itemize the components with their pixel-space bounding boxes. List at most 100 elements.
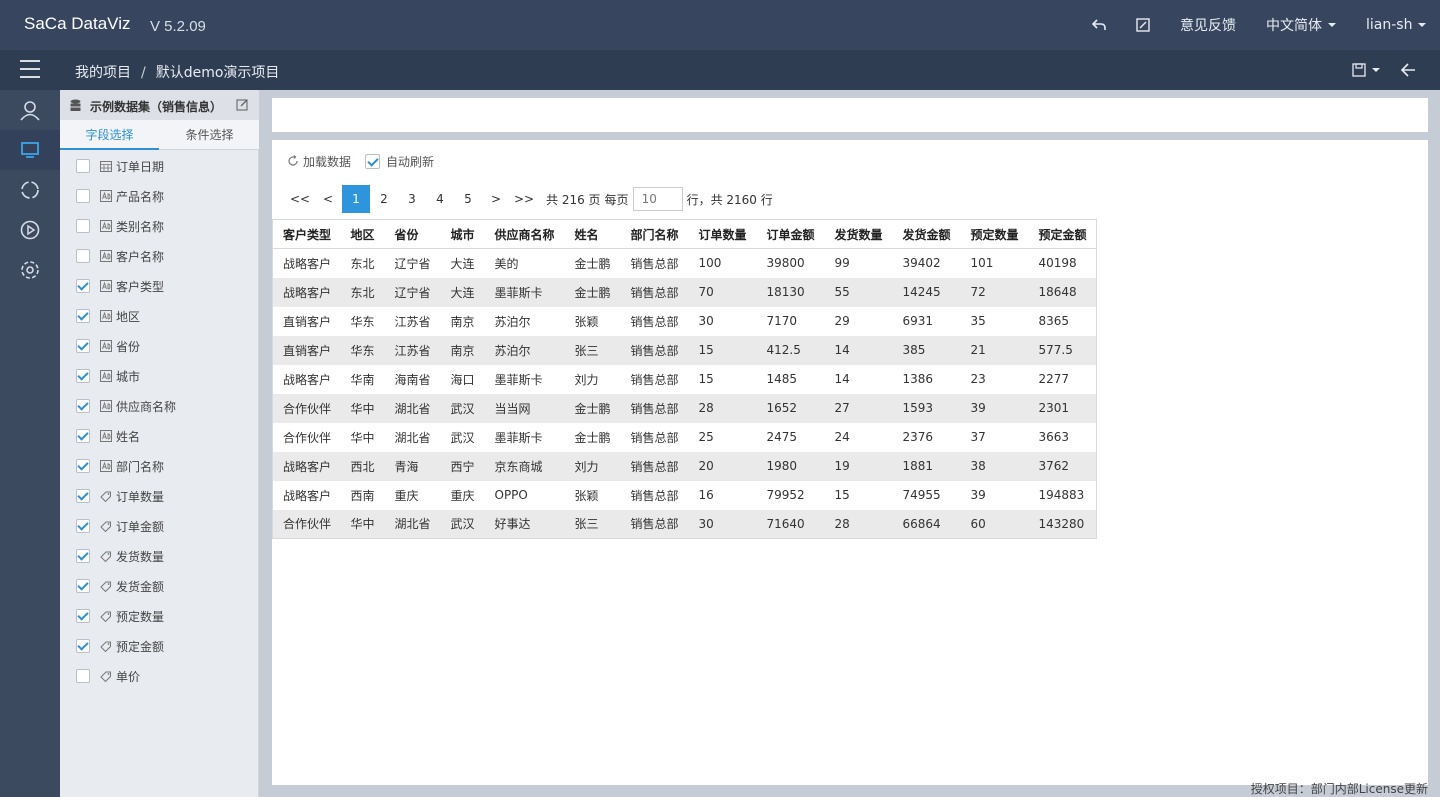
pager-first[interactable]: << — [286, 185, 314, 213]
table-cell: 华东 — [340, 335, 385, 365]
column-header[interactable]: 省份 — [384, 219, 441, 249]
field-checkbox[interactable] — [76, 339, 90, 353]
field-item[interactable]: 类别名称 — [60, 211, 259, 241]
column-header[interactable]: 发货金额 — [892, 219, 961, 249]
nav-cycle[interactable] — [0, 170, 60, 210]
field-checkbox[interactable] — [76, 369, 90, 383]
field-item[interactable]: 供应商名称 — [60, 391, 259, 421]
field-checkbox[interactable] — [76, 459, 90, 473]
field-item[interactable]: 客户类型 — [60, 271, 259, 301]
language-dropdown[interactable]: 中文简体 — [1266, 0, 1336, 50]
load-data-button[interactable]: 加载数据 — [303, 153, 351, 170]
field-checkbox[interactable] — [76, 669, 90, 683]
pager-page-5[interactable]: 5 — [454, 185, 482, 213]
edit-icon[interactable] — [1135, 17, 1151, 33]
feedback-link[interactable]: 意见反馈 — [1180, 0, 1236, 50]
field-checkbox[interactable] — [76, 189, 90, 203]
table-cell: 14 — [834, 372, 850, 386]
table-cell: 张三 — [564, 509, 621, 539]
field-checkbox[interactable] — [76, 279, 90, 293]
table-cell: 3762 — [1028, 451, 1097, 481]
text-field-icon — [100, 310, 112, 322]
tag-icon — [100, 611, 111, 622]
field-item[interactable]: 单价 — [60, 661, 259, 691]
field-checkbox[interactable] — [76, 579, 90, 593]
column-header[interactable]: 预定金额 — [1028, 219, 1097, 249]
per-page-input[interactable] — [632, 187, 683, 211]
pager-page-2[interactable]: 2 — [370, 185, 398, 213]
tag-icon — [100, 671, 111, 682]
user-menu[interactable]: lian-sh — [1366, 0, 1427, 50]
table-cell: 39 — [970, 488, 986, 502]
field-label: 客户名称 — [116, 249, 165, 264]
nav-play[interactable] — [0, 210, 60, 250]
column-header[interactable]: 订单数量 — [688, 219, 757, 249]
back-arrow-icon[interactable] — [1400, 62, 1416, 78]
field-item[interactable]: 发货金额 — [60, 571, 259, 601]
refresh-icon[interactable] — [287, 155, 299, 167]
edit-icon[interactable] — [236, 98, 249, 111]
field-checkbox[interactable] — [76, 159, 90, 173]
field-checkbox[interactable] — [76, 489, 90, 503]
field-item[interactable]: 省份 — [60, 331, 259, 361]
column-header[interactable]: 姓名 — [564, 219, 621, 249]
field-checkbox[interactable] — [76, 549, 90, 563]
column-header[interactable]: 客户类型 — [272, 219, 341, 249]
pager-prev[interactable]: < — [314, 185, 342, 213]
column-header[interactable]: 城市 — [440, 219, 485, 249]
table-cell: 25 — [698, 430, 714, 444]
chevron-down-icon[interactable] — [1372, 68, 1380, 72]
field-item[interactable]: 产品名称 — [60, 181, 259, 211]
pager-last[interactable]: >> — [510, 185, 538, 213]
nav-dashboard[interactable] — [0, 130, 60, 170]
menu-icon[interactable] — [20, 60, 40, 78]
field-item[interactable]: 订单日期 — [60, 151, 259, 181]
nav-settings[interactable] — [0, 250, 60, 290]
table-cell: 79952 — [766, 488, 805, 502]
field-checkbox[interactable] — [76, 309, 90, 323]
field-item[interactable]: 地区 — [60, 301, 259, 331]
field-checkbox[interactable] — [76, 249, 90, 263]
field-item[interactable]: 部门名称 — [60, 451, 259, 481]
nav-user[interactable] — [0, 90, 60, 130]
field-checkbox[interactable] — [76, 639, 90, 653]
play-icon — [20, 220, 40, 240]
pager-page-3[interactable]: 3 — [398, 185, 426, 213]
field-checkbox[interactable] — [76, 429, 90, 443]
table-cell: 墨菲斯卡 — [494, 372, 543, 387]
breadcrumb-root[interactable]: 我的项目 — [75, 65, 131, 81]
table-cell: 19 — [824, 451, 893, 481]
text-field-icon — [100, 250, 112, 262]
column-header[interactable]: 地区 — [340, 219, 385, 249]
field-checkbox[interactable] — [76, 519, 90, 533]
column-header[interactable]: 订单金额 — [756, 219, 825, 249]
table-cell: 华中 — [340, 509, 385, 539]
field-item[interactable]: 预定数量 — [60, 601, 259, 631]
column-header[interactable]: 预定数量 — [960, 219, 1029, 249]
pager-page-4[interactable]: 4 — [426, 185, 454, 213]
table-row: 战略客户 东北 辽宁省 大连 墨菲斯卡 金士鹏 销售总部 70 18130 55 14245 72 18… — [272, 277, 1097, 307]
field-item[interactable]: 姓名 — [60, 421, 259, 451]
pager-next[interactable]: > — [482, 185, 510, 213]
table-cell: 18648 — [1028, 277, 1097, 307]
field-checkbox[interactable] — [76, 609, 90, 623]
field-item[interactable]: 预定金额 — [60, 631, 259, 661]
table-cell: 张颖 — [574, 488, 599, 503]
auto-refresh-checkbox[interactable] — [365, 153, 381, 169]
field-item[interactable]: 发货数量 — [60, 541, 259, 571]
save-icon[interactable] — [1352, 63, 1366, 77]
field-item[interactable]: 城市 — [60, 361, 259, 391]
column-header[interactable]: 部门名称 — [620, 219, 689, 249]
column-header[interactable]: 供应商名称 — [484, 219, 565, 249]
tab-field-select[interactable]: 字段选择 — [60, 120, 159, 150]
field-checkbox[interactable] — [76, 399, 90, 413]
field-item[interactable]: 订单数量 — [60, 481, 259, 511]
pager-page-1[interactable]: 1 — [342, 185, 370, 213]
undo-icon[interactable] — [1091, 17, 1107, 33]
monitor-icon — [21, 142, 39, 158]
field-checkbox[interactable] — [76, 219, 90, 233]
column-header[interactable]: 发货数量 — [824, 219, 893, 249]
field-item[interactable]: 客户名称 — [60, 241, 259, 271]
tab-condition-select[interactable]: 条件选择 — [160, 120, 259, 150]
field-item[interactable]: 订单金额 — [60, 511, 259, 541]
